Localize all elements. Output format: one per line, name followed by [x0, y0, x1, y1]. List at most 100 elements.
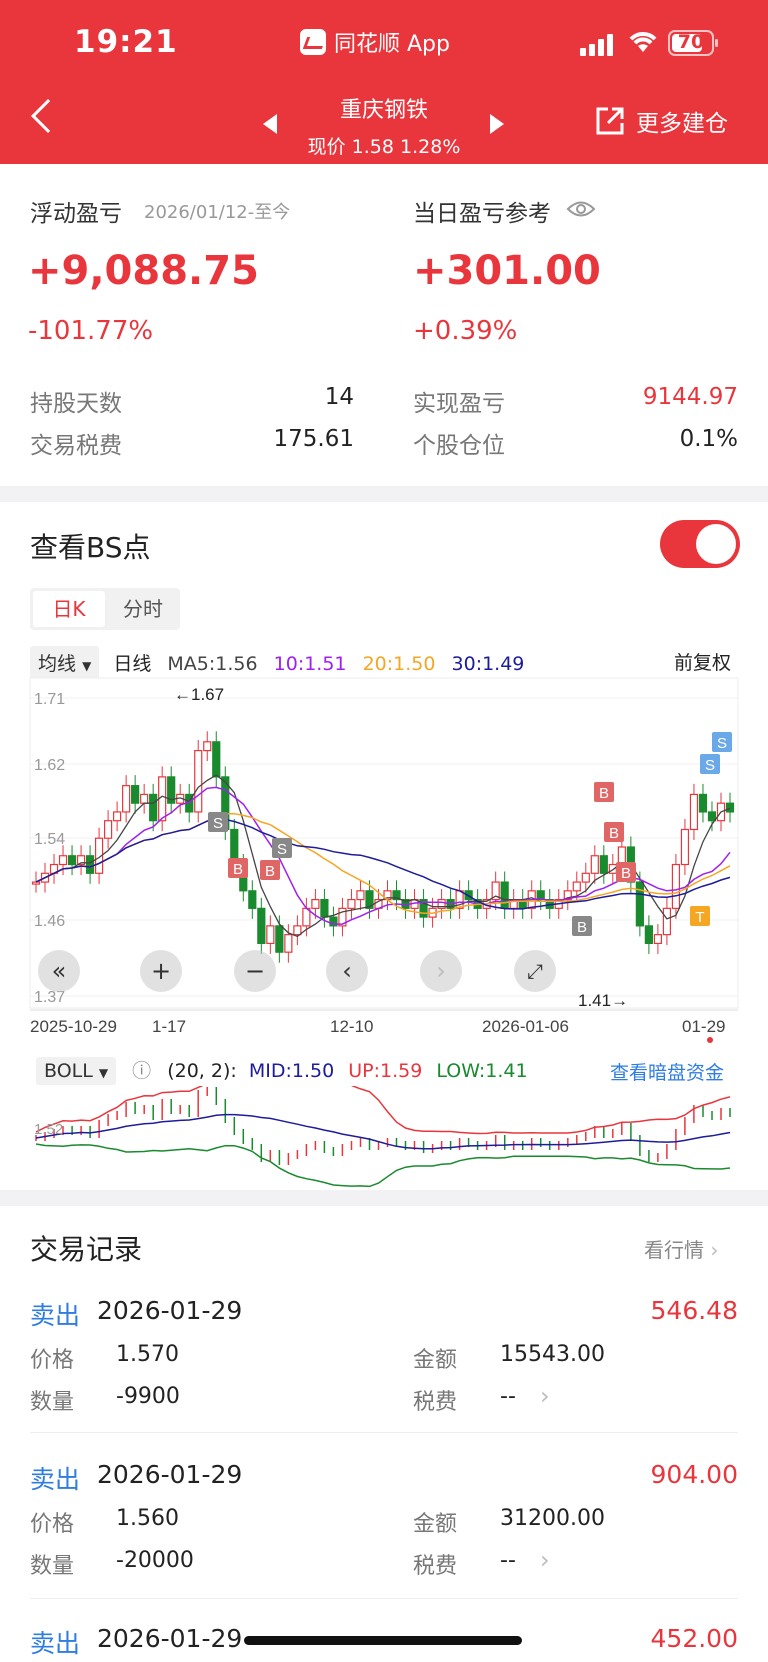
candle-body: [58, 855, 68, 866]
fullscreen-button[interactable]: ⤢: [514, 950, 556, 992]
realized-pnl-label: 实现盈亏: [413, 391, 505, 417]
candle-body: [31, 881, 41, 885]
candle-body: [194, 749, 203, 813]
x-tick-label: 12-10: [330, 1017, 373, 1036]
records-title: 交易记录: [30, 1233, 143, 1266]
bs-marker-label: B: [265, 863, 275, 880]
candle-body: [85, 855, 95, 874]
ma20-value: 20:1.50: [362, 653, 436, 675]
candle-body: [680, 828, 690, 866]
bs-marker-label: B: [599, 785, 609, 802]
trade-price: 1.570: [116, 1342, 179, 1367]
candle-body: [131, 785, 140, 804]
ma-indicator-row: 均线 ▼ 日线 MA5:1.56 10:1.51 20:1.50 30:1.49: [30, 646, 524, 679]
zoom-in-button[interactable]: +: [140, 950, 182, 992]
divider: [30, 1598, 738, 1599]
high-price-label: ←1.67: [174, 685, 224, 704]
ma-select[interactable]: 均线 ▼: [30, 646, 100, 679]
trade-pnl: 904.00: [650, 1460, 738, 1489]
tab-daily-k[interactable]: 日K: [33, 591, 105, 627]
candle-body: [311, 898, 320, 909]
candle-body: [689, 793, 699, 831]
y-tick-label: 1.71: [34, 691, 65, 708]
status-app-name: 同花顺 App: [334, 32, 450, 57]
bs-marker-label: B: [233, 861, 243, 878]
candle-body: [671, 863, 681, 909]
wifi-icon: [629, 32, 657, 52]
bs-toggle[interactable]: [660, 520, 740, 568]
kline-chart[interactable]: 1.711.621.541.461.37←1.671.41→SB BSBBBBSS…: [0, 676, 768, 1046]
candle-body: [122, 785, 131, 813]
candle-body: [293, 925, 302, 936]
trade-amount: 15543.00: [500, 1342, 605, 1367]
x-tick-label: 2026-01-06: [482, 1017, 569, 1036]
trade-date: 2026-01-29: [97, 1296, 243, 1325]
candle-body: [248, 890, 257, 909]
boll-low: LOW:1.41: [436, 1060, 528, 1082]
chevron-down-icon: ▼: [98, 1066, 109, 1080]
candle-body: [140, 793, 149, 804]
boll-indicator-row: BOLL ▼ ⓘ (20, 2): MID:1.50 UP:1.59 LOW:1…: [36, 1056, 528, 1085]
zoom-out-button[interactable]: −: [234, 950, 276, 992]
candle-body: [599, 855, 608, 874]
scroll-right-button[interactable]: ›: [420, 950, 462, 992]
trade-fee: --: [500, 1548, 516, 1573]
y-tick-label: 1.62: [34, 757, 65, 774]
tab-intraday[interactable]: 分时: [108, 591, 178, 627]
bs-marker-label: T: [695, 909, 704, 926]
app-logo-icon: [300, 29, 326, 55]
divider: [30, 1432, 738, 1433]
more-positions-label: 更多建仓: [636, 111, 728, 137]
candle-body: [698, 793, 708, 813]
home-indicator: [244, 1636, 522, 1645]
boll-select-label: BOLL: [44, 1060, 93, 1082]
battery-icon: 70: [668, 30, 718, 56]
trade-type: 卖出: [30, 1465, 81, 1494]
candle-body: [590, 855, 599, 874]
zoom-out-far-button[interactable]: «: [38, 950, 80, 992]
candle-body: [275, 925, 284, 953]
bs-marker-label: B: [621, 865, 631, 882]
candle-body: [608, 863, 617, 874]
eye-icon[interactable]: [566, 198, 596, 220]
adjust-label[interactable]: 前复权: [674, 648, 731, 675]
candle-body: [725, 802, 735, 813]
hold-days-value: 14: [324, 384, 354, 410]
low-price-label: 1.41→: [578, 991, 628, 1010]
trade-amount: 31200.00: [500, 1506, 605, 1531]
ma30-value: 30:1.49: [451, 653, 525, 675]
x-tick-label: 1-17: [152, 1017, 186, 1036]
trade-price: 1.560: [116, 1506, 179, 1531]
view-quotes-link[interactable]: 看行情 ›: [644, 1234, 718, 1263]
amount-label: 金额: [413, 1348, 458, 1373]
scroll-left-button[interactable]: ‹: [326, 950, 368, 992]
trade-date: 2026-01-29: [97, 1460, 243, 1489]
next-stock-button[interactable]: [490, 114, 504, 134]
candle-body: [203, 741, 212, 752]
more-positions-button[interactable]: 更多建仓: [594, 104, 728, 138]
ma10-value: 10:1.51: [273, 653, 347, 675]
y-tick-label: 1.46: [34, 913, 65, 930]
boll-select[interactable]: BOLL ▼: [36, 1057, 117, 1085]
candle-body: [644, 925, 653, 945]
qty-label: 数量: [30, 1554, 75, 1579]
boll-chart[interactable]: 1.52: [0, 1086, 768, 1190]
period-label: 日线: [113, 653, 152, 675]
trade-type: 卖出: [30, 1629, 81, 1658]
x-tick-label: 2025-10-29: [30, 1017, 117, 1036]
trade-qty: -9900: [116, 1384, 180, 1409]
price-label: 价格: [30, 1348, 75, 1373]
candle-body: [617, 846, 626, 866]
bs-marker-label: B: [577, 919, 587, 936]
dark-pool-link[interactable]: 查看暗盘资金: [610, 1058, 724, 1085]
candle-body: [500, 881, 509, 909]
current-date-dot: [707, 1037, 713, 1043]
bs-marker-label: S: [717, 735, 727, 752]
position-ratio-value: 0.1%: [679, 426, 738, 452]
status-app-label: 同花顺 App: [300, 26, 450, 58]
floating-pnl-label: 浮动盈亏: [30, 201, 122, 227]
chevron-right-icon: ›: [540, 1382, 550, 1410]
help-icon[interactable]: ⓘ: [132, 1060, 151, 1082]
x-tick-label: 01-29: [682, 1017, 725, 1036]
ma-select-label: 均线: [38, 653, 77, 675]
